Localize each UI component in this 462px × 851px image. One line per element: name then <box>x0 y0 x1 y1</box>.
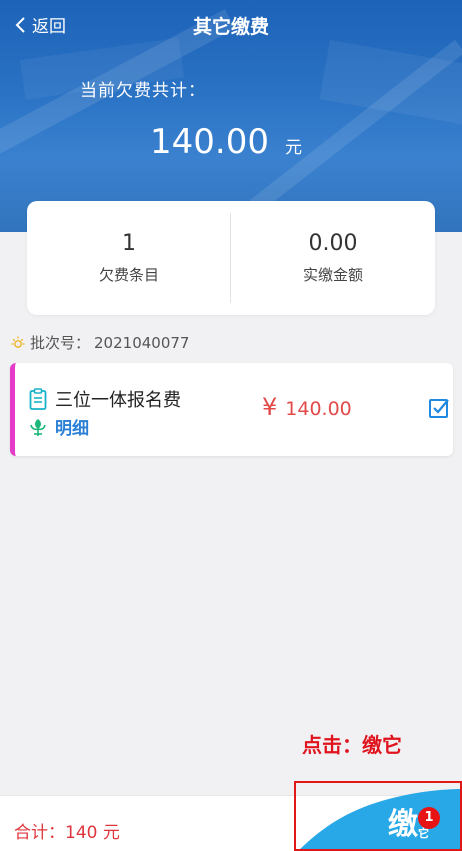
batch-value: 2021040077 <box>94 333 190 352</box>
clipboard-icon <box>29 388 47 410</box>
fee-item-card[interactable]: 三位一体报名费 明细 ¥ 140.00 <box>10 363 453 456</box>
stat-value: 1 <box>122 231 136 256</box>
leaf-icon <box>30 418 46 436</box>
batch-number: 批次号： 2021040077 <box>10 332 189 353</box>
fee-price: ¥ 140.00 <box>262 393 352 421</box>
page-title: 其它缴费 <box>192 16 269 38</box>
stats-card: 1 欠费条目 0.00 实缴金额 <box>27 201 435 315</box>
fee-amount: 140.00 <box>285 398 352 420</box>
pay-glyph: 缴 <box>388 807 418 842</box>
fee-detail-link[interactable]: 明细 <box>29 414 89 439</box>
stats-divider <box>230 213 231 303</box>
currency-symbol: ¥ <box>262 393 278 421</box>
total-amount-value: 140.00 <box>150 122 269 162</box>
instruction-annotation: 点击：缴它 <box>302 733 402 757</box>
fee-name-row: 三位一体报名费 <box>29 386 181 412</box>
stat-paid-amount: 0.00 实缴金额 <box>231 201 435 315</box>
stat-label: 欠费条目 <box>98 266 159 284</box>
total-amount: 140.00 元 <box>150 122 302 162</box>
stat-value: 0.00 <box>308 231 358 256</box>
total-label: 当前欠费共计： <box>80 81 206 101</box>
batch-label: 批次号： <box>30 334 91 352</box>
stat-arrears-count: 1 欠费条目 <box>27 201 231 315</box>
fee-name: 三位一体报名费 <box>55 390 181 411</box>
sun-icon <box>11 336 25 348</box>
detail-label: 明细 <box>55 419 89 439</box>
cart-count-badge: 1 <box>418 807 440 829</box>
stat-label: 实缴金额 <box>302 266 363 284</box>
sum-total: 合计：140 元 <box>14 823 120 843</box>
top-bar: 返回 其它缴费 <box>0 0 462 48</box>
pay-button[interactable]: 缴 它 1 <box>294 781 462 851</box>
checkbox-checked-icon[interactable] <box>428 397 450 419</box>
total-amount-unit: 元 <box>284 138 302 158</box>
